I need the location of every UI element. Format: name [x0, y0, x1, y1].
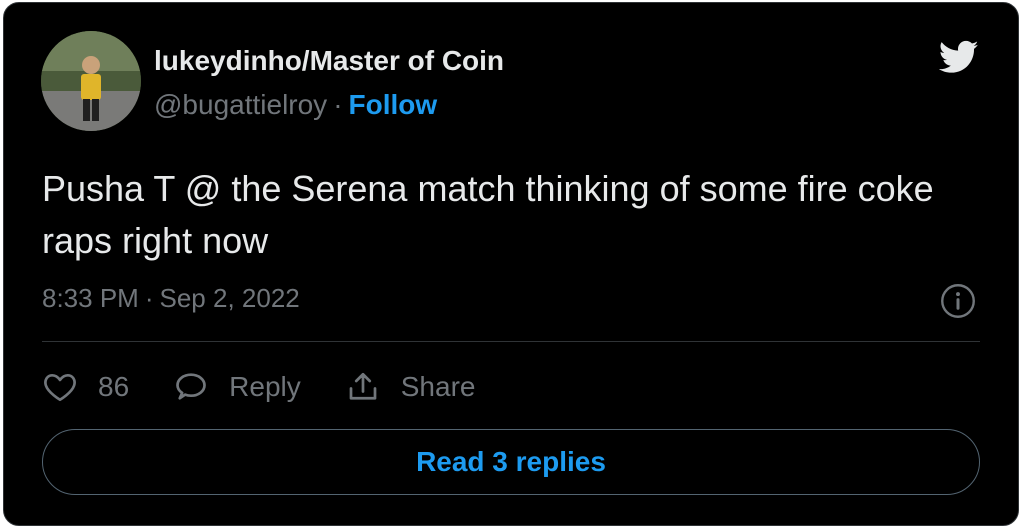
tweet-time: 8:33 PM [42, 283, 139, 313]
tweet-date: Sep 2, 2022 [159, 283, 300, 313]
share-label: Share [400, 371, 476, 402]
tweet-card: lukeydinho/Master of Coin @bugattielroy ·… [3, 2, 1019, 526]
tweet-timestamp[interactable]: 8:33 PM · Sep 2, 2022 [42, 283, 300, 314]
author-handle-row: @bugattielroy · Follow [154, 89, 437, 121]
avatar[interactable] [41, 31, 141, 131]
like-count: 86 [98, 371, 130, 402]
like-button[interactable]: 86 [42, 369, 129, 405]
divider [42, 341, 980, 342]
heart-icon [44, 373, 76, 402]
author-display-name[interactable]: lukeydinho/Master of Coin [154, 45, 504, 77]
twitter-bird-icon[interactable] [936, 37, 982, 77]
tweet-text: Pusha T @ the Serena match thinking of s… [42, 168, 934, 261]
timestamp-separator: · [144, 283, 154, 313]
share-button[interactable]: Share [345, 369, 476, 405]
handle-separator: · [333, 89, 343, 120]
share-upload-icon [349, 372, 377, 400]
reply-button[interactable]: Reply [173, 369, 301, 405]
author-handle[interactable]: @bugattielroy [154, 89, 327, 120]
follow-button[interactable]: Follow [349, 89, 438, 120]
read-replies-button[interactable]: Read 3 replies [42, 429, 980, 495]
action-bar: 86 Reply Share [42, 365, 519, 409]
info-icon[interactable] [940, 283, 976, 319]
avatar-photo [41, 31, 141, 131]
speech-bubble-icon [176, 373, 207, 400]
reply-label: Reply [229, 371, 301, 402]
